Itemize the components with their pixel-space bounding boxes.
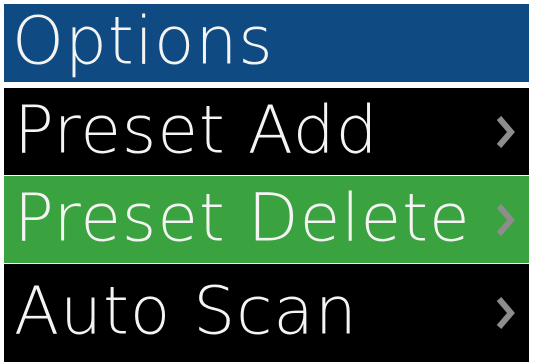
chevron-right-icon (495, 200, 515, 240)
menu-item-label: Auto Scan (14, 272, 358, 350)
options-menu-screen: Options Preset Add Preset Delete Auto Sc… (0, 0, 533, 364)
menu-item-preset-add[interactable]: Preset Add (4, 88, 529, 175)
menu-title-bar: Options (4, 4, 529, 82)
chevron-right-icon (495, 293, 515, 333)
menu-item-label: Preset Delete (14, 179, 471, 257)
chevron-right-icon (495, 112, 515, 152)
menu-title: Options (12, 4, 274, 80)
menu-item-auto-scan[interactable]: Auto Scan (4, 264, 529, 362)
menu-item-label: Preset Add (14, 91, 379, 169)
menu-item-preset-delete[interactable]: Preset Delete (4, 176, 529, 263)
